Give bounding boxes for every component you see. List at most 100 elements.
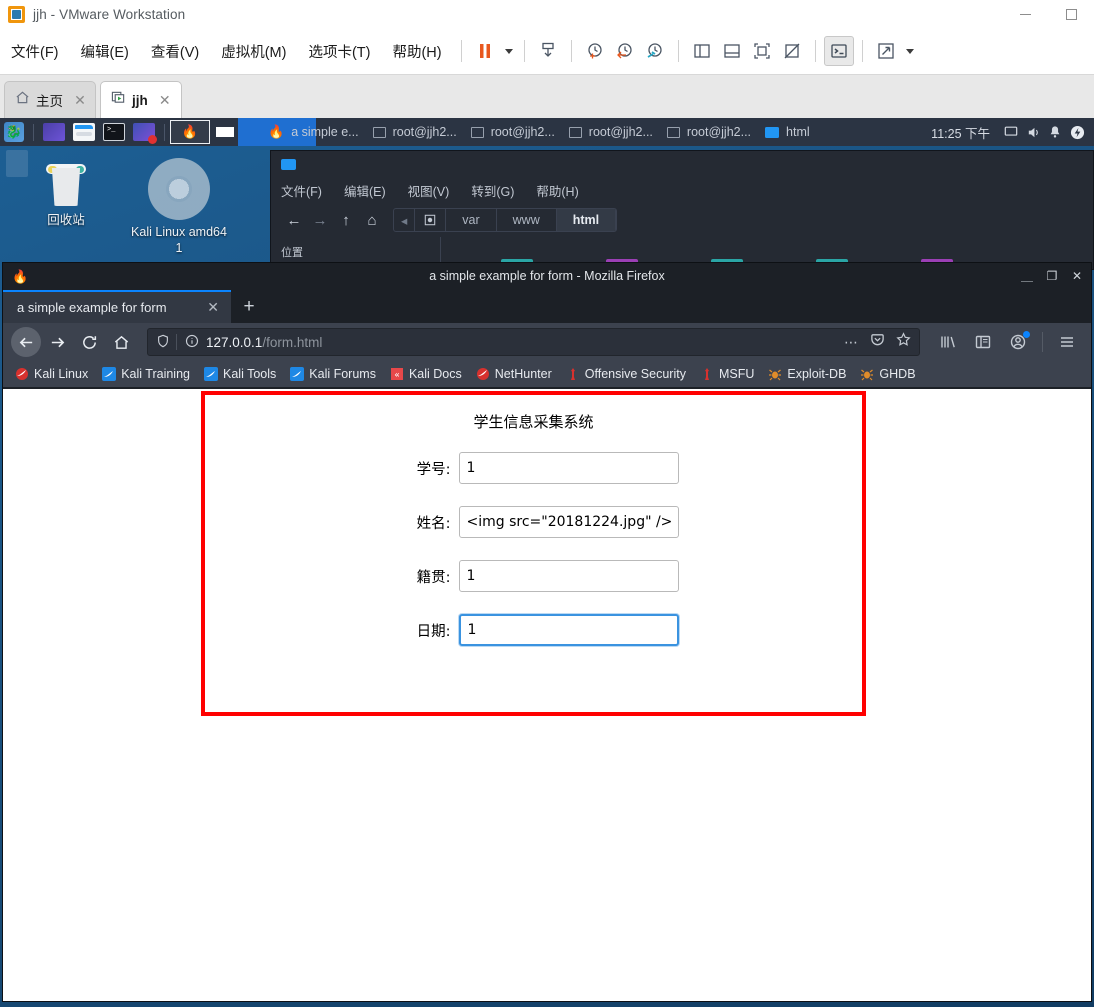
bookmark-offensive-security[interactable]: Offensive Security	[566, 367, 686, 381]
bookmark-kali-training[interactable]: Kali Training	[102, 367, 190, 381]
new-tab-button[interactable]: +	[231, 290, 267, 323]
up-arrow-icon[interactable]: ↑	[333, 209, 359, 231]
vmware-tab-jjh[interactable]: jjh ✕	[100, 81, 182, 118]
date-input[interactable]	[458, 614, 679, 646]
desktop-icon-trash[interactable]: 回收站	[18, 162, 114, 228]
bookmark-kali-tools[interactable]: Kali Tools	[204, 367, 276, 381]
vmware-minimize-button[interactable]	[1002, 0, 1048, 28]
manage-snapshots-icon[interactable]	[640, 36, 670, 66]
vmware-tab-home-close[interactable]: ✕	[73, 92, 87, 109]
taskbar-item-terminal-2[interactable]: root@jjh2...	[465, 121, 561, 143]
show-desktop-icon[interactable]	[43, 123, 65, 141]
breadcrumb-www[interactable]: www	[497, 209, 557, 231]
display-icon[interactable]	[1000, 121, 1022, 143]
screen-recorder-icon[interactable]	[133, 123, 157, 144]
window-preview-firefox[interactable]: 🔥	[170, 120, 210, 144]
fm-menu-file[interactable]: 文件(F)	[281, 181, 322, 200]
forward-arrow-icon[interactable]	[41, 327, 73, 357]
menu-file[interactable]: 文件(F)	[0, 41, 70, 62]
firefox-close-button[interactable]: ✕	[1071, 270, 1083, 282]
power-icon[interactable]	[1066, 121, 1088, 143]
menu-help[interactable]: 帮助(H)	[381, 41, 452, 62]
firefox-maximize-button[interactable]: ❐	[1046, 270, 1058, 282]
terminal-icon	[470, 126, 484, 138]
terminal-icon[interactable]: >_	[103, 123, 125, 141]
student-id-input[interactable]	[458, 452, 679, 484]
toolbar-divider-3	[570, 40, 572, 62]
bookmark-kali-forums[interactable]: Kali Forums	[290, 367, 376, 381]
kali-dragon-blue-icon	[204, 367, 218, 381]
firefox-minimize-button[interactable]: ＿	[1021, 270, 1033, 282]
bookmark-star-icon[interactable]	[896, 332, 911, 352]
breadcrumb-scroll-left[interactable]: ◂	[394, 209, 416, 231]
fit-guest-icon[interactable]	[747, 36, 777, 66]
file-manager-icon[interactable]	[73, 123, 95, 141]
pause-icon[interactable]	[470, 36, 500, 66]
menu-tabs[interactable]: 选项卡(T)	[297, 41, 381, 62]
bookmark-kali-linux[interactable]: Kali Linux	[15, 367, 88, 381]
browser-tab-close-button[interactable]: ✕	[203, 299, 223, 316]
name-input[interactable]	[458, 506, 679, 538]
fm-menu-help[interactable]: 帮助(H)	[536, 181, 578, 200]
library-icon[interactable]	[932, 327, 964, 357]
back-arrow-icon[interactable]: ←	[281, 209, 307, 231]
back-arrow-icon[interactable]	[11, 327, 41, 357]
toolbar-divider-4	[677, 40, 679, 62]
forward-arrow-icon[interactable]: →	[307, 209, 333, 231]
fm-menu-go[interactable]: 转到(G)	[471, 181, 514, 200]
fit-window-icon[interactable]	[777, 36, 807, 66]
bookmark-msfu[interactable]: MSFU	[700, 367, 754, 381]
dropdown-caret-icon[interactable]	[500, 36, 516, 66]
device-icon[interactable]	[415, 209, 447, 231]
reload-icon[interactable]	[73, 327, 105, 357]
revert-snapshot-icon[interactable]	[610, 36, 640, 66]
menu-vm[interactable]: 虚拟机(M)	[210, 41, 297, 62]
url-bar[interactable]: 127.0.0.1/form.html ⋯	[147, 328, 920, 356]
file-manager-titlebar	[271, 151, 1093, 177]
account-icon[interactable]	[1002, 327, 1034, 357]
bookmark-kali-docs[interactable]: « Kali Docs	[390, 367, 462, 381]
vmware-maximize-button[interactable]	[1048, 0, 1094, 28]
fullscreen-caret-icon[interactable]	[901, 36, 917, 66]
shield-icon[interactable]	[156, 334, 170, 351]
volume-icon[interactable]	[1022, 121, 1044, 143]
file-manager-pathbar: ← → ↑ ⌂ ◂ var www html	[271, 203, 1093, 237]
bookmark-exploit-db[interactable]: Exploit-DB	[768, 367, 846, 381]
hometown-input[interactable]	[458, 560, 679, 592]
notification-bell-icon[interactable]	[1044, 121, 1066, 143]
bookmark-ghdb[interactable]: GHDB	[860, 367, 916, 381]
home-icon[interactable]	[105, 327, 137, 357]
vmware-tab-home[interactable]: 主页 ✕	[4, 81, 96, 118]
breadcrumb-var[interactable]: var	[446, 209, 497, 231]
menu-edit[interactable]: 编辑(E)	[70, 41, 140, 62]
fullscreen-icon[interactable]	[871, 36, 901, 66]
taskbar-item-terminal-3[interactable]: root@jjh2...	[563, 121, 659, 143]
kali-menu-button[interactable]: 🐉	[0, 118, 28, 146]
window-preview-thumb[interactable]	[216, 127, 234, 137]
snapshot-icon[interactable]	[533, 36, 563, 66]
show-sidebar-icon[interactable]	[687, 36, 717, 66]
taskbar-item-terminal-4[interactable]: root@jjh2...	[661, 121, 757, 143]
page-actions-icon[interactable]: ⋯	[844, 335, 859, 349]
fm-menu-edit[interactable]: 编辑(E)	[344, 181, 386, 200]
desktop-icon-kali-cd[interactable]: Kali Linux amd64 1	[131, 158, 227, 256]
page-info-icon[interactable]	[185, 334, 199, 351]
menu-hamburger-icon[interactable]	[1051, 327, 1083, 357]
pocket-icon[interactable]	[870, 332, 885, 352]
take-snapshot-icon[interactable]	[580, 36, 610, 66]
fm-menu-view[interactable]: 视图(V)	[408, 181, 450, 200]
home-icon[interactable]: ⌂	[359, 209, 385, 231]
sidebar-icon[interactable]	[967, 327, 999, 357]
show-bottom-pane-icon[interactable]	[717, 36, 747, 66]
taskbar-item-terminal-1[interactable]: root@jjh2...	[367, 121, 463, 143]
breadcrumb-html[interactable]: html	[556, 209, 617, 231]
vmware-tab-jjh-close[interactable]: ✕	[158, 92, 172, 109]
console-view-icon[interactable]	[823, 36, 854, 66]
firefox-toolbar-right	[926, 327, 1083, 357]
taskbar-item-firefox[interactable]: 🔥 a simple e...	[262, 121, 365, 143]
menu-view[interactable]: 查看(V)	[140, 41, 210, 62]
taskbar-item-html-folder[interactable]: html	[759, 121, 816, 143]
kali-dragon-blue-icon	[102, 367, 117, 381]
bookmark-nethunter[interactable]: NetHunter	[476, 367, 552, 381]
browser-tab-form[interactable]: a simple example for form ✕	[3, 290, 231, 323]
